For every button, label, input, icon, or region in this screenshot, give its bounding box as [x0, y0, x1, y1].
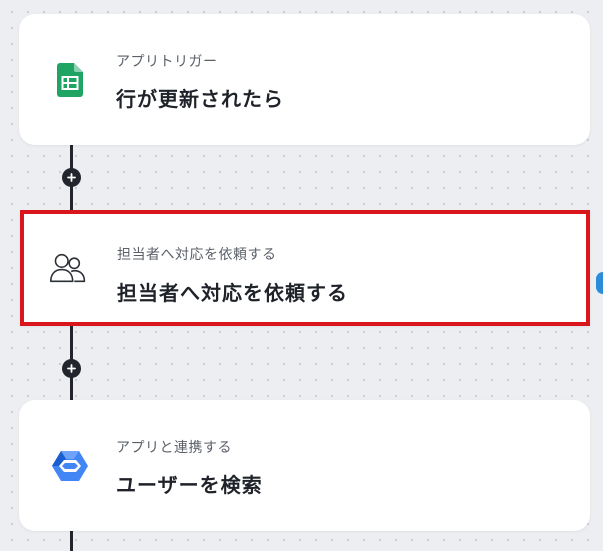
plus-icon [67, 173, 76, 182]
users-icon [50, 250, 86, 286]
side-panel-handle[interactable] [596, 272, 603, 294]
connector-line [70, 531, 73, 551]
step-category: 担当者へ対応を依頼する [117, 247, 277, 263]
step-category: アプリトリガー [116, 54, 218, 70]
plus-icon [67, 364, 76, 373]
step-title: 行が更新されたら [116, 87, 284, 111]
add-step-button[interactable] [62, 168, 81, 187]
add-step-button[interactable] [62, 359, 81, 378]
step-category: アプリと連携する [116, 440, 232, 456]
step-title: ユーザーを検索 [116, 473, 263, 497]
google-workspace-icon [52, 448, 88, 484]
app-integration-step-card[interactable]: アプリと連携する ユーザーを検索 [19, 400, 590, 531]
google-sheets-icon [52, 62, 88, 98]
step-title: 担当者へ対応を依頼する [117, 281, 348, 305]
assign-request-step-card[interactable]: 担当者へ対応を依頼する 担当者へ対応を依頼する [20, 210, 590, 326]
trigger-step-card[interactable]: アプリトリガー 行が更新されたら [19, 14, 590, 145]
